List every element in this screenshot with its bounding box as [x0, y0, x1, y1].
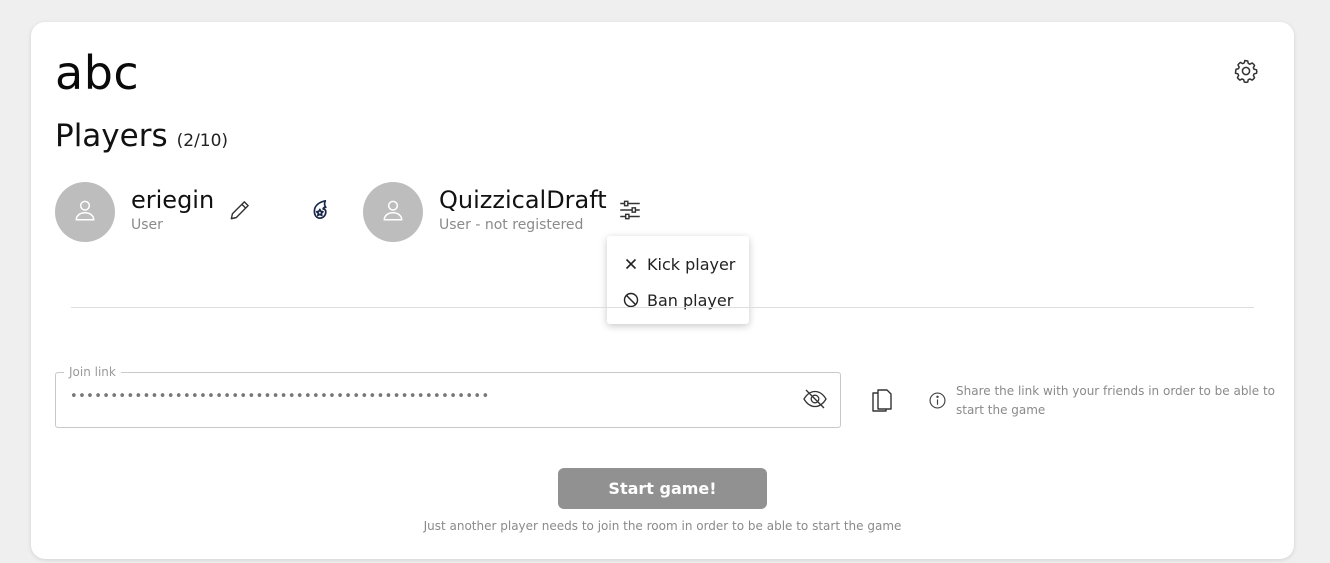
copy-link-button[interactable] [867, 386, 897, 416]
join-link-field[interactable]: Join link ••••••••••••••••••••••••••••••… [55, 365, 841, 428]
player-name: QuizzicalDraft [439, 186, 607, 214]
start-game-hint: Just another player needs to join the ro… [423, 519, 902, 533]
avatar [55, 182, 115, 242]
settings-button[interactable] [1232, 59, 1260, 87]
lobby-card: abc Players (2/10) eriegin User Quizzica… [31, 22, 1294, 559]
close-icon [623, 256, 639, 272]
avatar [363, 182, 423, 242]
start-game-button[interactable]: Start game! [558, 468, 767, 509]
kick-player-item[interactable]: Kick player [607, 246, 749, 282]
player-options-button[interactable] [616, 198, 644, 226]
copy-icon [870, 385, 894, 417]
join-link-legend: Join link [64, 365, 121, 379]
sliders-icon [617, 197, 643, 227]
gear-icon [1233, 58, 1259, 88]
toggle-visibility-button[interactable] [801, 387, 829, 415]
info-icon [928, 391, 946, 409]
host-badge [308, 198, 336, 226]
kick-player-label: Kick player [647, 254, 736, 274]
user-icon [72, 197, 98, 227]
ban-player-item[interactable]: Ban player [607, 282, 749, 318]
user-icon [380, 197, 406, 227]
crown-shield-icon [309, 197, 335, 227]
players-heading: Players (2/10) [55, 118, 228, 154]
eye-off-icon [802, 388, 828, 414]
player-card-owner: eriegin User [55, 182, 315, 242]
player-card-guest: QuizzicalDraft User - not registered [363, 182, 683, 242]
player-role: User [131, 217, 163, 233]
pencil-icon [227, 197, 253, 227]
join-link-value[interactable]: ••••••••••••••••••••••••••••••••••••••••… [70, 389, 770, 404]
player-options-menu: Kick player Ban player [607, 236, 749, 324]
share-link-hint: Share the link with your friends in orde… [956, 384, 1276, 417]
players-count: (2/10) [176, 131, 229, 151]
section-divider [71, 307, 1254, 308]
edit-name-button[interactable] [226, 198, 254, 226]
players-label: Players [55, 118, 168, 154]
room-title: abc [55, 46, 140, 100]
player-role: User - not registered [439, 217, 584, 233]
player-name: eriegin [131, 186, 215, 214]
ban-icon [623, 292, 639, 308]
